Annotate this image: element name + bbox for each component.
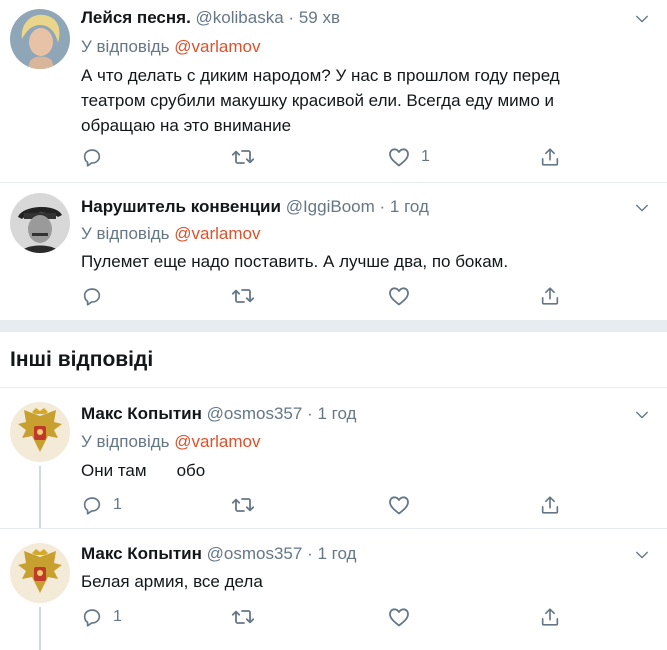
separator-dot: · <box>307 404 313 423</box>
tweet-header: Макс Копытин @osmos357 · 1 год <box>81 544 356 564</box>
chevron-down-icon[interactable] <box>633 199 651 217</box>
reply-count: 1 <box>113 608 122 625</box>
tweet-text-line: Белая армия, все дела <box>81 572 263 591</box>
retweet-button[interactable] <box>231 284 265 308</box>
avatar[interactable] <box>10 193 70 253</box>
avatar[interactable] <box>10 543 70 603</box>
author-handle[interactable]: @IggiBoom <box>286 197 375 216</box>
tweet-text-fragment: Они там <box>81 461 147 480</box>
tweet-text-fragment: обо <box>176 461 206 480</box>
tweet[interactable]: Нарушитель конвенции @IggiBoom · 1 год У… <box>0 183 667 319</box>
tweet-actions: 1 <box>81 493 581 517</box>
reply-button[interactable]: 1 <box>81 605 122 629</box>
heart-icon <box>387 284 411 308</box>
replying-to: У відповідь @varlamov <box>81 432 260 452</box>
share-button[interactable] <box>539 284 561 308</box>
retweet-button[interactable] <box>231 145 265 169</box>
reply-prefix: У відповідь <box>81 37 170 56</box>
separator-dot: · <box>288 8 295 27</box>
timestamp[interactable]: 1 год <box>390 197 429 216</box>
thread-line <box>39 466 41 528</box>
tweet[interactable]: Макс Копытин @osmos357 · 1 год У відпові… <box>0 388 667 528</box>
section-separator <box>0 320 667 332</box>
like-count: 1 <box>421 148 430 165</box>
share-button[interactable] <box>539 145 561 169</box>
reply-mention-link[interactable]: @varlamov <box>174 224 260 243</box>
thread-line <box>39 607 41 650</box>
avatar[interactable] <box>10 9 70 69</box>
heart-icon <box>387 493 411 517</box>
replying-to: У відповідь @varlamov <box>81 37 260 57</box>
reply-mention-link[interactable]: @varlamov <box>174 37 260 56</box>
reply-icon <box>81 146 103 168</box>
coat-of-arms-icon <box>10 543 70 603</box>
reply-count: 1 <box>113 496 122 513</box>
author-handle[interactable]: @osmos357 <box>207 404 303 423</box>
retweet-icon <box>231 284 255 308</box>
retweet-button[interactable] <box>231 493 265 517</box>
share-button[interactable] <box>539 605 561 629</box>
reply-icon <box>81 285 103 307</box>
avatar[interactable] <box>10 402 70 462</box>
tweet-text-line: А что делать с диким народом? У нас в пр… <box>81 66 560 85</box>
reply-prefix: У відповідь <box>81 224 170 243</box>
chevron-down-icon[interactable] <box>633 10 651 28</box>
share-button[interactable] <box>539 493 561 517</box>
author-name[interactable]: Макс Копытин <box>81 544 202 563</box>
retweet-icon <box>231 493 255 517</box>
like-button[interactable] <box>387 605 421 629</box>
share-icon <box>539 494 561 516</box>
tweet-text: А что делать с диким народом? У нас в пр… <box>81 63 560 138</box>
tweet-text: Пулемет еще надо поставить. А лучше два,… <box>81 249 508 274</box>
coat-of-arms-icon <box>10 402 70 462</box>
heart-icon <box>387 145 411 169</box>
tweet-actions <box>81 284 581 308</box>
like-button[interactable] <box>387 284 421 308</box>
like-button[interactable]: 1 <box>387 145 430 169</box>
author-handle[interactable]: @kolibaska <box>196 8 284 27</box>
separator-dot: · <box>307 544 313 563</box>
author-handle[interactable]: @osmos357 <box>207 544 303 563</box>
timestamp[interactable]: 1 год <box>317 404 356 423</box>
chevron-down-icon[interactable] <box>633 406 651 424</box>
separator-dot: · <box>379 197 386 216</box>
share-icon <box>539 146 561 168</box>
other-replies-heading: Інші відповіді <box>10 348 154 371</box>
reply-mention-link[interactable]: @varlamov <box>174 432 260 451</box>
retweet-icon <box>231 145 255 169</box>
tweet-actions: 1 <box>81 605 581 629</box>
tweet-text-line: Пулемет еще надо поставить. А лучше два,… <box>81 252 509 271</box>
tweet-text-line: обращаю на это внимание <box>81 116 292 135</box>
reply-icon <box>81 606 103 628</box>
timestamp[interactable]: 1 год <box>317 544 356 563</box>
replying-to: У відповідь @varlamov <box>81 224 260 244</box>
author-name[interactable]: Нарушитель конвенции <box>81 197 281 216</box>
tweet-text: Белая армия, все дела <box>81 569 263 594</box>
retweet-icon <box>231 605 255 629</box>
author-name[interactable]: Лейся песня. <box>81 8 191 27</box>
reply-button[interactable] <box>81 284 113 308</box>
tweet-header: Макс Копытин @osmos357 · 1 год <box>81 404 356 424</box>
tweet-header: Лейся песня. @kolibaska · 59 хв <box>81 8 340 28</box>
share-icon <box>539 606 561 628</box>
tweet[interactable]: Макс Копытин @osmos357 · 1 год Белая арм… <box>0 529 667 650</box>
tweet-text-line: театром срубили макушку красивой ели. Вс… <box>81 91 555 110</box>
retweet-button[interactable] <box>231 605 265 629</box>
reply-button[interactable] <box>81 145 113 169</box>
reply-prefix: У відповідь <box>81 432 170 451</box>
reply-button[interactable]: 1 <box>81 493 122 517</box>
tweet-header: Нарушитель конвенции @IggiBoom · 1 год <box>81 197 429 217</box>
reply-icon <box>81 494 103 516</box>
heart-icon <box>387 605 411 629</box>
author-name[interactable]: Макс Копытин <box>81 404 202 423</box>
timestamp[interactable]: 59 хв <box>299 8 340 27</box>
share-icon <box>539 285 561 307</box>
like-button[interactable] <box>387 493 421 517</box>
chevron-down-icon[interactable] <box>633 546 651 564</box>
tweet[interactable]: Лейся песня. @kolibaska · 59 хв У відпов… <box>0 0 667 182</box>
tweet-actions: 1 <box>81 145 581 169</box>
tweet-text: Они там обо <box>81 458 205 483</box>
